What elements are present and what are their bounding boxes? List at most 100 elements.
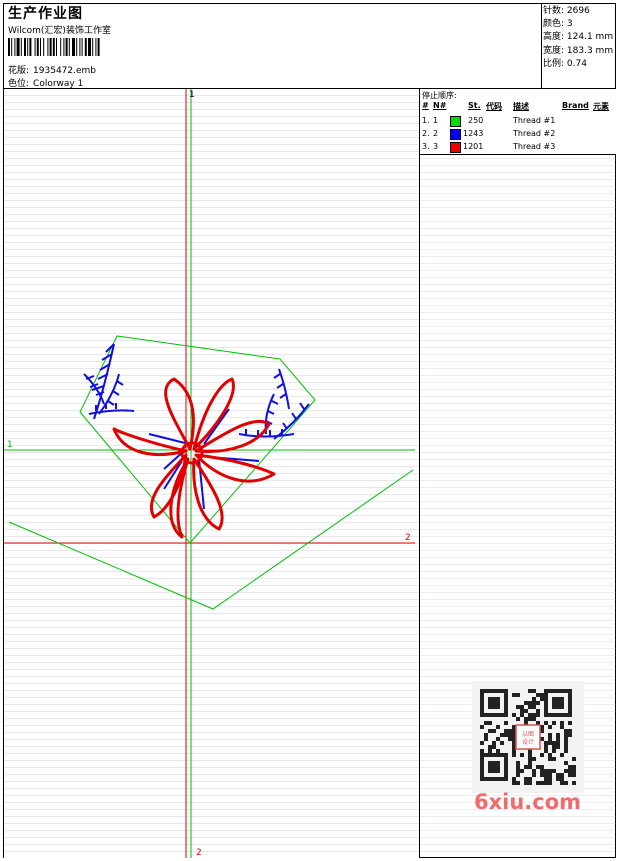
barcode-bar (84, 38, 87, 56)
barcode-bar (43, 38, 45, 56)
qr-module (516, 761, 520, 765)
barcode-bar (14, 38, 16, 56)
barcode-bar (8, 38, 10, 56)
qr-module (524, 701, 528, 705)
stop-sequence-panel: 停止顺序: # N# St. 代码 描述 Brand 元素 1. 1 250 T… (420, 89, 616, 154)
col-brand-header: Brand (562, 101, 589, 110)
qr-module (504, 721, 508, 725)
barcode-bar (49, 38, 52, 56)
qr-module (556, 741, 560, 745)
qr-module (528, 713, 532, 717)
qr-module (508, 737, 512, 741)
barcode-bar (47, 38, 49, 56)
qr-module (536, 693, 540, 697)
colorway-value: Colorway 1 (33, 79, 84, 89)
red-flower-group (112, 377, 276, 539)
scale-value: 0.74 (566, 58, 587, 69)
barcode-bar (34, 38, 36, 56)
qr-module (500, 741, 504, 745)
barcode-bar (72, 38, 75, 56)
travel-path (8, 469, 414, 610)
qr-module (540, 697, 544, 701)
qr-module (544, 773, 548, 777)
thread-swatch (450, 142, 461, 153)
qr-module (564, 741, 568, 745)
qr-module (484, 737, 488, 741)
qr-module (528, 761, 532, 765)
qr-module (544, 777, 548, 781)
stats-divider (541, 3, 542, 89)
qr-module (516, 765, 520, 769)
qr-module (488, 749, 492, 753)
qr-module (532, 705, 536, 709)
col-st-header: St. (468, 101, 481, 110)
qr-module (528, 689, 532, 693)
qr-code-icon: 以图 设计 (480, 689, 576, 785)
colorway-label: 色位: (8, 79, 30, 89)
qr-module (512, 781, 516, 785)
qr-module (516, 769, 520, 773)
qr-finder (552, 697, 564, 709)
qr-module (532, 769, 536, 773)
qr-module (520, 769, 524, 773)
qr-module (540, 769, 544, 773)
qr-module (532, 757, 536, 761)
qr-module (568, 721, 572, 725)
barcode-bar (79, 38, 81, 56)
qr-badge-line-1: 以图 (522, 731, 534, 738)
qr-module (532, 689, 536, 693)
stop-row[interactable]: 2. 2 1243 Thread #2 (420, 128, 616, 141)
qr-module (524, 777, 528, 781)
qr-module (512, 693, 516, 697)
qr-module (564, 737, 568, 741)
qr-module (560, 777, 564, 781)
qr-module (548, 777, 552, 781)
qr-module (524, 709, 528, 713)
stitch-count-value: 2696 (566, 6, 590, 16)
qr-module (488, 745, 492, 749)
qr-module (492, 729, 496, 733)
design-canvas[interactable]: 1 1 2 2 (4, 89, 419, 858)
barcode-bar (63, 38, 65, 56)
qr-module (552, 749, 556, 753)
barcode-bar (60, 38, 62, 56)
qr-module (528, 781, 532, 785)
qr-module (536, 709, 540, 713)
qr-module (536, 701, 540, 705)
barcode-bar (52, 38, 55, 56)
sequence-divider (420, 154, 616, 155)
col-needle-header: N# (433, 101, 447, 110)
qr-module (532, 717, 536, 721)
color-count-row: 颜色: 3 (543, 19, 573, 30)
qr-module (572, 765, 576, 769)
barcode-bar (97, 38, 100, 56)
qr-module (508, 729, 512, 733)
stop-row[interactable]: 3. 3 1201 Thread #3 (420, 141, 616, 154)
qr-module (488, 721, 492, 725)
qr-module (512, 713, 516, 717)
qr-module (572, 773, 576, 777)
qr-badge-line-2: 设计 (522, 738, 534, 746)
qr-module (496, 725, 500, 729)
qr-module (556, 745, 560, 749)
qr-module (564, 781, 568, 785)
watermark-text: 6xiu.com (474, 790, 582, 814)
qr-module (536, 781, 540, 785)
qr-module (564, 729, 568, 733)
marker-left: 1 (7, 440, 13, 450)
qr-module (524, 765, 528, 769)
barcode-bar (68, 38, 70, 56)
qr-module (560, 773, 564, 777)
barcode-bar (88, 38, 91, 56)
barcode-bar (16, 38, 20, 56)
stop-row[interactable]: 1. 1 250 Thread #1 (420, 115, 616, 128)
qr-module (512, 777, 516, 781)
qr-module (528, 705, 532, 709)
qr-module (500, 733, 504, 737)
qr-module (536, 713, 540, 717)
barcode-bar (36, 38, 39, 56)
qr-module (556, 737, 560, 741)
embroidery-preview: 1 1 2 2 (4, 89, 415, 858)
barcode-bar (65, 38, 68, 56)
qr-module (480, 725, 484, 729)
